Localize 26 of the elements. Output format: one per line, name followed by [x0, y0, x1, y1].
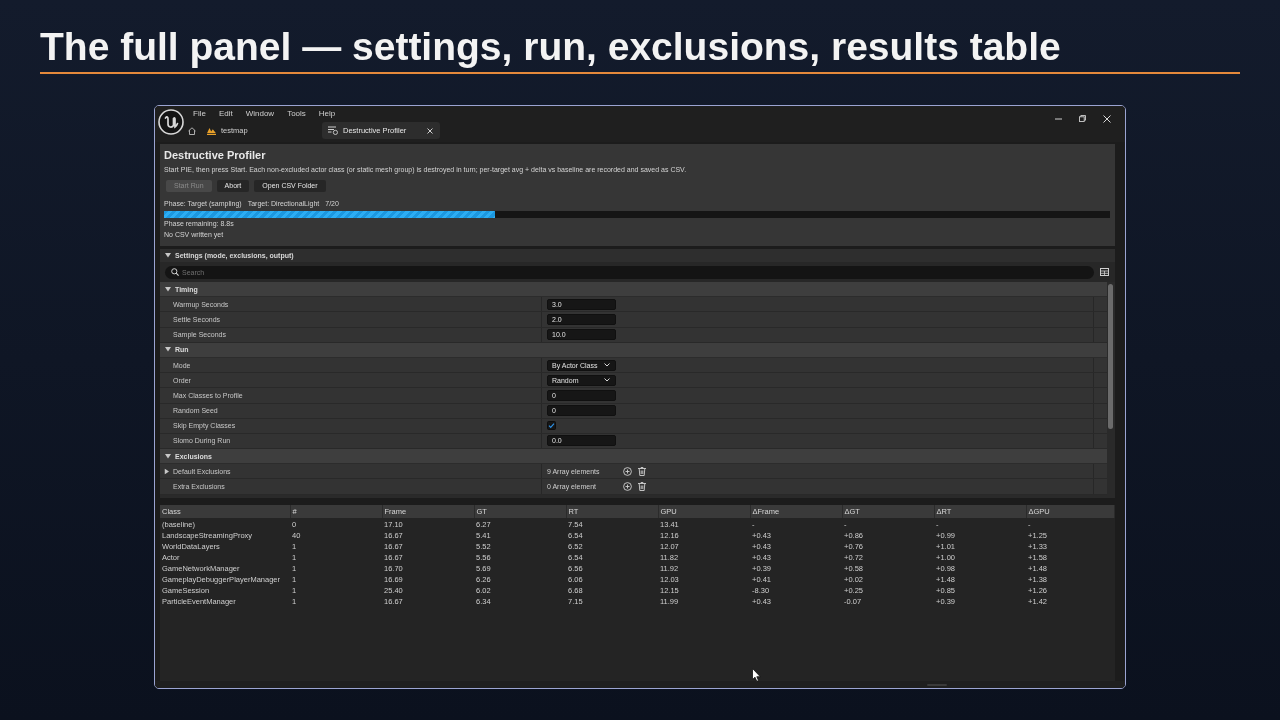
chevron-icon [604, 378, 610, 383]
home-icon[interactable] [188, 126, 196, 135]
circle-logo-icon [158, 109, 184, 135]
table-icon[interactable] [1100, 268, 1109, 276]
menu-item[interactable]: Help [318, 109, 336, 119]
close-icon[interactable] [427, 127, 433, 134]
trash-icon[interactable] [638, 482, 646, 492]
close-icon[interactable] [1103, 115, 1111, 123]
panel-title: Destructive Profiler [164, 149, 267, 162]
menu-item[interactable]: File [193, 109, 206, 119]
restore-icon[interactable] [1079, 115, 1086, 122]
caret-icon[interactable] [164, 468, 170, 475]
scrollbar-thumb[interactable] [1108, 284, 1113, 429]
mouse-pointer-icon [752, 668, 761, 682]
checkbox[interactable] [547, 421, 556, 431]
menu-item[interactable]: Window [245, 109, 275, 119]
add-icon[interactable] [623, 482, 632, 492]
add-icon[interactable] [623, 466, 632, 476]
list-icon [328, 126, 338, 135]
mountain-icon [207, 126, 216, 135]
slide-title: The full panel — settings, run, exclusions, results table [40, 24, 1062, 69]
menu-item[interactable]: Tools [287, 109, 306, 119]
search-icon [171, 268, 179, 276]
chevron-icon [604, 363, 610, 368]
trash-icon[interactable] [638, 466, 646, 476]
menu-item[interactable]: Edit [218, 109, 233, 119]
